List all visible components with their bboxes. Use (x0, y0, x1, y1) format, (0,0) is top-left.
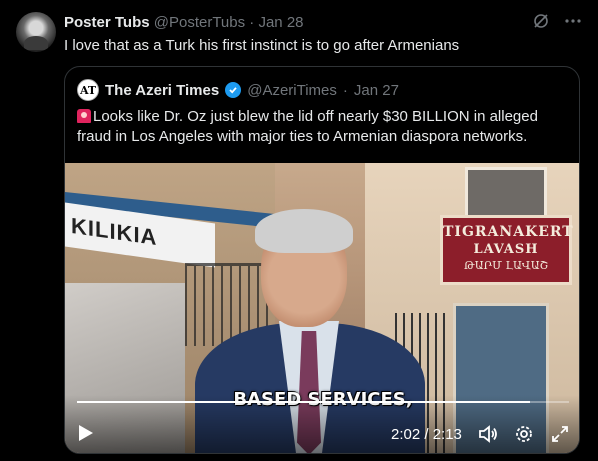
video-player[interactable]: KILIKIA TIGRANAKERT LAVASH ԹԱՐՄ ԼԱՎԱՇ BA… (65, 163, 579, 453)
play-icon[interactable] (79, 425, 93, 441)
grok-icon[interactable] (532, 12, 550, 35)
quote-author-avatar[interactable]: AT (77, 79, 99, 101)
tweet-text: I love that as a Turk his first instinct… (64, 37, 460, 54)
volume-icon[interactable] (477, 423, 499, 445)
quote-author-handle[interactable]: @AzeriTimes (247, 82, 337, 99)
tweet-header: Poster Tubs @PosterTubs · Jan 28 (64, 13, 304, 33)
separator-dot: · (342, 81, 348, 99)
separator-dot: · (249, 14, 255, 31)
verified-badge-icon (225, 82, 242, 98)
video-progress-bar[interactable] (77, 401, 569, 403)
author-name[interactable]: Poster Tubs (64, 14, 150, 31)
settings-gear-icon[interactable] (513, 423, 535, 445)
sign-line-2: LAVASH (473, 242, 539, 257)
siren-emoji-icon (77, 109, 91, 123)
tweet-actions (532, 12, 582, 35)
video-progress-fill (77, 401, 530, 403)
quote-date[interactable]: Jan 27 (354, 82, 399, 99)
video-scene-store-sign: TIGRANAKERT LAVASH ԹԱՐՄ ԼԱՎԱՇ (440, 215, 574, 285)
sign-line-1: TIGRANAKERT (443, 224, 574, 240)
quote-text: Looks like Dr. Oz just blew the lid off … (77, 108, 538, 145)
quote-author-name[interactable]: The Azeri Times (105, 82, 219, 99)
more-options-icon[interactable] (564, 12, 582, 35)
fullscreen-icon[interactable] (549, 423, 571, 445)
quote-header: AT The Azeri Times @AzeriTimes · Jan 27 (77, 79, 399, 101)
sign-line-3: ԹԱՐՄ ԼԱՎԱՇ (464, 259, 548, 272)
video-controls: 2:02 / 2:13 (65, 395, 579, 453)
quote-text-block: Looks like Dr. Oz just blew the lid off … (77, 107, 567, 147)
quoted-tweet[interactable]: AT The Azeri Times @AzeriTimes · Jan 27 … (64, 66, 580, 454)
video-scene-person-hair (255, 209, 353, 253)
video-time: 2:02 / 2:13 (391, 426, 462, 443)
tweet-date[interactable]: Jan 28 (258, 14, 303, 31)
author-avatar[interactable] (16, 12, 56, 52)
author-handle[interactable]: @PosterTubs (154, 14, 245, 31)
